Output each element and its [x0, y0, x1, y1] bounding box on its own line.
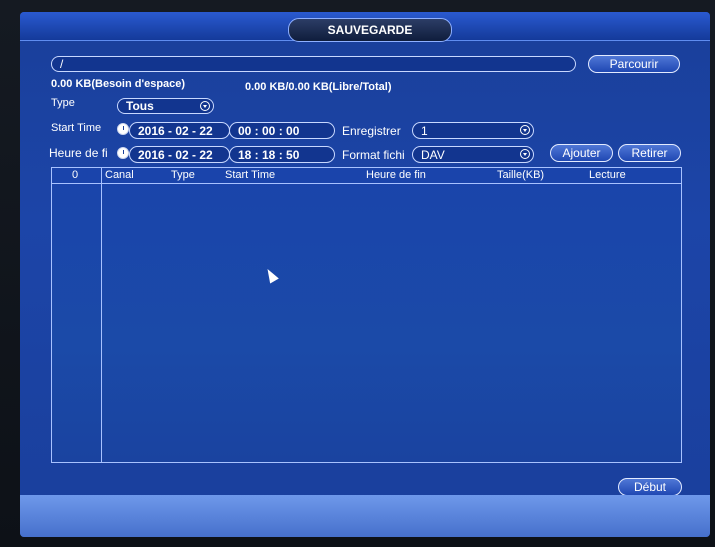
table-header: 0 Canal Type Start Time Heure de fin Tai…	[52, 168, 681, 184]
start-time-value: 00 : 00 : 00	[238, 124, 300, 138]
column-header-end-time: Heure de fin	[366, 169, 426, 181]
start-date-field[interactable]: 2016 - 02 - 22	[129, 122, 230, 139]
format-select[interactable]: DAV	[412, 146, 534, 163]
end-time-field[interactable]: 18 : 18 : 50	[229, 146, 335, 163]
title-bar: SAUVEGARDE	[20, 12, 710, 42]
add-button[interactable]: Ajouter	[550, 144, 613, 162]
type-select[interactable]: Tous	[117, 98, 214, 114]
backup-dialog: SAUVEGARDE / Parcourir 0.00 KB(Besoin d'…	[20, 12, 710, 537]
format-label: Format fichi	[342, 148, 405, 162]
clock-icon	[117, 123, 129, 135]
column-header-playback: Lecture	[589, 169, 626, 181]
column-header-start-time: Start Time	[225, 169, 276, 181]
chevron-down-icon	[520, 149, 530, 159]
backup-file-table[interactable]: 0 Canal Type Start Time Heure de fin Tai…	[51, 167, 682, 463]
end-date-value: 2016 - 02 - 22	[138, 148, 213, 162]
chevron-down-icon	[200, 101, 210, 111]
footer-band	[20, 495, 710, 537]
end-time-label: Heure de fi	[49, 146, 108, 160]
browse-button[interactable]: Parcourir	[588, 55, 680, 73]
end-date-field[interactable]: 2016 - 02 - 22	[129, 146, 230, 163]
clock-icon	[117, 147, 129, 159]
format-value: DAV	[421, 148, 445, 162]
column-header-channel: Canal	[105, 169, 134, 181]
column-header-type: Type	[171, 169, 195, 181]
type-label: Type	[51, 97, 75, 109]
window-title: SAUVEGARDE	[288, 18, 452, 42]
chevron-down-icon	[520, 125, 530, 135]
table-column-divider	[101, 168, 102, 462]
start-time-label: Start Time	[51, 122, 102, 134]
space-free-total-text: 0.00 KB/0.00 KB(Libre/Total)	[245, 81, 392, 93]
space-needed-text: 0.00 KB(Besoin d'espace)	[51, 78, 186, 90]
recorder-label: Enregistrer	[342, 124, 401, 138]
start-button[interactable]: Début	[618, 478, 682, 496]
recorder-value: 1	[421, 124, 428, 138]
end-time-value: 18 : 18 : 50	[238, 148, 300, 162]
remove-button[interactable]: Retirer	[618, 144, 681, 162]
path-value: /	[60, 57, 64, 71]
path-field[interactable]: /	[51, 56, 576, 72]
column-header-size: Taille(KB)	[497, 169, 545, 181]
column-header-index: 0	[72, 169, 79, 181]
type-value: Tous	[126, 99, 154, 113]
start-date-value: 2016 - 02 - 22	[138, 124, 213, 138]
start-time-field[interactable]: 00 : 00 : 00	[229, 122, 335, 139]
recorder-select[interactable]: 1	[412, 122, 534, 139]
